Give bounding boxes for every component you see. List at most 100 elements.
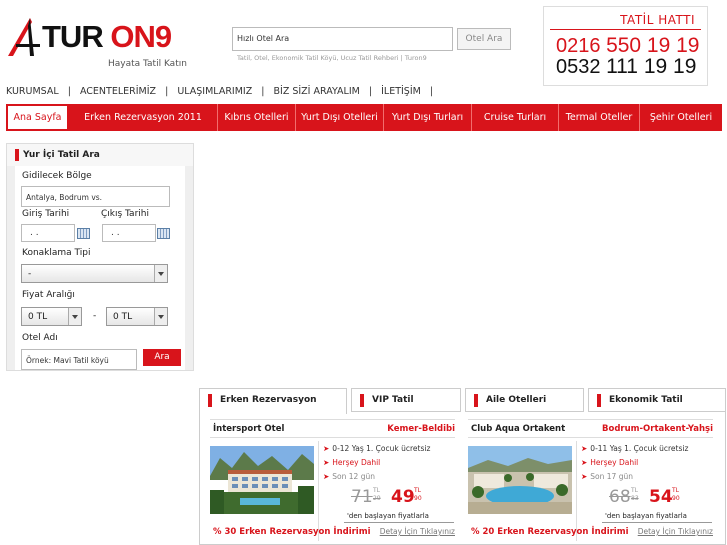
hotel-card: Club Aqua Ortakent Bodrum-Ortakent-Yahşi… — [468, 419, 713, 545]
card-divider — [210, 419, 455, 420]
search-tags: Tatil, Otel, Ekonomik Tatil Köyü, Ucuz T… — [237, 54, 427, 62]
checkout-calendar-icon[interactable] — [157, 228, 170, 239]
region-label: Gidilecek Bölge — [22, 171, 92, 181]
tab-accent — [474, 394, 478, 407]
top-nav-sep: | — [368, 86, 373, 97]
checkin-label: Giriş Tarihi — [22, 209, 70, 219]
logo-mark-icon — [8, 18, 40, 56]
detail-link[interactable]: Detay İçin Tıklayınız — [380, 527, 455, 536]
top-nav-sep: | — [429, 86, 434, 97]
hotel-location: Bodrum-Ortakent-Yahşi — [602, 424, 713, 434]
top-nav-ulasimlarimiz[interactable]: ULAŞIMLARIMIZ — [177, 86, 252, 97]
old-price: 68 — [609, 487, 631, 507]
arrow-right-icon: ➤ — [323, 458, 330, 467]
tab-label: Erken Rezervasyon — [220, 395, 317, 405]
price-from-text: 'den başlayan fiyatlarla — [347, 512, 429, 520]
new-price: 49 — [391, 487, 415, 507]
search-submit-button[interactable]: Ara — [143, 349, 181, 366]
top-nav-sep: | — [67, 86, 71, 97]
new-price: 54 — [649, 487, 673, 507]
price-max-select[interactable]: 0 TL — [106, 307, 168, 326]
hotel-name[interactable]: Club Aqua Ortakent — [471, 424, 565, 434]
nav-ana-sayfa[interactable]: Ana Sayfa — [6, 104, 69, 131]
tab-label: VIP Tatil — [372, 395, 414, 405]
checkout-input[interactable]: . . — [102, 224, 156, 242]
arrow-right-icon: ➤ — [323, 444, 330, 453]
logo-text: TUR ON9 — [42, 19, 172, 54]
arrow-right-icon: ➤ — [323, 472, 330, 481]
old-price: 71 — [351, 487, 373, 507]
tab-label: Aile Otelleri — [486, 395, 547, 405]
hotel-name-input[interactable]: Örnek: Mavi Tatil köyü — [21, 349, 137, 370]
chevron-down-icon — [154, 265, 167, 282]
panel-title: Yur İçi Tatil Ara — [23, 150, 100, 160]
feature-item: ➤ 0-11 Yaş 1. Çocuk ücretsiz — [581, 444, 689, 453]
feature-item: ➤ Son 12 gün — [323, 472, 375, 481]
site-logo[interactable]: TUR ON9 — [6, 16, 190, 58]
price-min-value: 0 TL — [28, 312, 48, 322]
chevron-down-icon — [154, 308, 167, 325]
top-nav: KURUMSAL | ACENTELERİMİZ | ULAŞIMLARIMIZ… — [6, 86, 439, 97]
new-price-suffix: TL 90 — [414, 487, 422, 502]
hotel-card: İntersport Otel Kemer-Beldibi ➤ 0-12 Yaş … — [210, 419, 455, 545]
tab-label: Ekonomik Tatil — [609, 395, 683, 405]
tab-vip-tatil[interactable]: VIP Tatil — [351, 388, 461, 412]
price-min-select[interactable]: 0 TL — [21, 307, 82, 326]
price-underline — [602, 522, 712, 523]
discount-text: % 20 Erken Rezervasyon İndirimi — [471, 527, 629, 537]
nav-kibris-otelleri[interactable]: Kıbrıs Otelleri — [218, 104, 296, 131]
top-nav-biz-sizi-arayalim[interactable]: BİZ SİZİ ARAYALIM — [274, 86, 360, 97]
checkout-label: Çıkış Tarihi — [101, 209, 149, 219]
feature-item: ➤ 0-12 Yaş 1. Çocuk ücretsiz — [323, 444, 431, 453]
top-nav-iletisim[interactable]: İLETİŞİM — [381, 86, 421, 97]
chevron-down-icon — [68, 308, 81, 325]
tab-aile-otelleri[interactable]: Aile Otelleri — [465, 388, 584, 412]
checkin-input[interactable]: . . — [21, 224, 75, 242]
nav-sehir-otelleri[interactable]: Şehir Otelleri — [640, 104, 722, 131]
arrow-right-icon: ➤ — [581, 472, 588, 481]
card-divider — [468, 419, 713, 420]
discount-text: % 30 Erken Rezervasyon İndirimi — [213, 527, 371, 537]
top-nav-kurumsal[interactable]: KURUMSAL — [6, 86, 59, 97]
accommodation-select[interactable]: - — [21, 264, 168, 283]
feature-item: ➤ Son 17 gün — [581, 472, 633, 481]
hotel-photo[interactable] — [468, 446, 572, 514]
hotel-location: Kemer-Beldibi — [387, 424, 455, 434]
panel-header: Yur İçi Tatil Ara — [7, 144, 193, 166]
hotline-phone-2: 0532 111 19 19 — [556, 55, 697, 78]
top-nav-acentelerimiz[interactable]: ACENTELERİMİZ — [80, 86, 156, 97]
tab-erken-rezervasyon[interactable]: Erken Rezervasyon — [199, 388, 347, 414]
feature-item: ➤ Herşey Dahil — [581, 458, 639, 467]
checkin-calendar-icon[interactable] — [77, 228, 90, 239]
price-dash: - — [93, 311, 97, 321]
arrow-right-icon: ➤ — [581, 458, 588, 467]
nav-yurt-disi-turlari[interactable]: Yurt Dışı Turları — [384, 104, 472, 131]
top-nav-sep: | — [165, 86, 169, 97]
hotel-photo[interactable] — [210, 446, 314, 514]
hotel-search-button[interactable]: Otel Ara — [457, 28, 511, 50]
price-max-value: 0 TL — [113, 312, 133, 322]
hotel-name[interactable]: İntersport Otel — [213, 424, 284, 434]
nav-yurt-disi-otelleri[interactable]: Yurt Dışı Otelleri — [296, 104, 384, 131]
price-from-text: 'den başlayan fiyatlarla — [605, 512, 687, 520]
detail-link[interactable]: Detay İçin Tıklayınız — [638, 527, 713, 536]
card-divider — [210, 437, 455, 438]
header-accent — [15, 149, 19, 161]
tab-ekonomik-tatil[interactable]: Ekonomik Tatil — [588, 388, 726, 412]
feature-item: ➤ Herşey Dahil — [323, 458, 381, 467]
hotel-search-input[interactable]: Hızlı Otel Ara — [232, 27, 453, 51]
hotline-divider — [550, 29, 701, 30]
hotel-name-label: Otel Adı — [22, 333, 58, 343]
card-divider — [468, 437, 713, 438]
arrow-right-icon: ➤ — [581, 444, 588, 453]
tab-accent — [597, 394, 601, 407]
hotline-title: TATİL HATTI — [620, 13, 695, 27]
card-vertical-divider — [576, 441, 577, 541]
tab-accent — [360, 394, 364, 407]
top-nav-sep: | — [261, 86, 265, 97]
nav-cruise-turlari[interactable]: Cruise Turları — [472, 104, 559, 131]
main-nav: Ana Sayfa Erken Rezervasyon 2011 Kıbrıs … — [6, 104, 722, 131]
region-input[interactable]: Antalya, Bodrum vs. — [21, 186, 170, 207]
nav-erken-rezervasyon[interactable]: Erken Rezervasyon 2011 — [69, 104, 218, 131]
nav-termal-oteller[interactable]: Termal Oteller — [559, 104, 640, 131]
